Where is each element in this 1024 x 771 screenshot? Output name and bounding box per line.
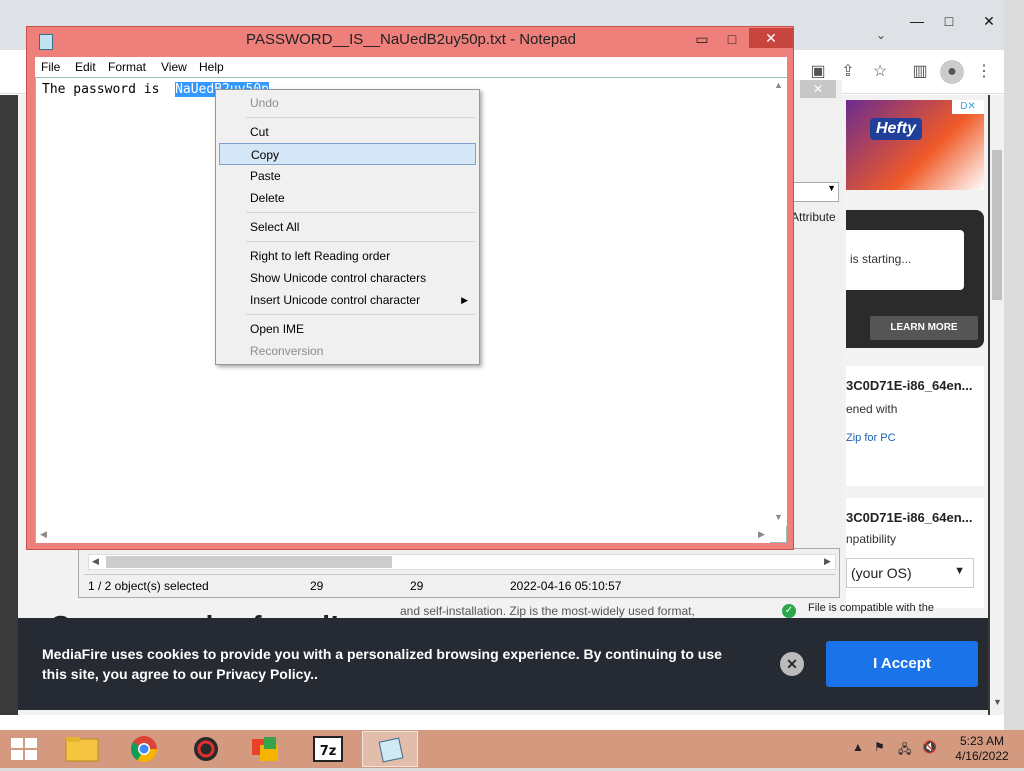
file-card: 3C0D71E-i86_64en... ened with Zip for PC (846, 366, 984, 486)
menu-item-open-ime[interactable]: Open IME (219, 318, 476, 340)
menu-item-copy[interactable]: Copy (219, 143, 476, 165)
menu-item-paste[interactable]: Paste (219, 165, 476, 187)
ad-choices-icon[interactable]: D✕ (952, 100, 984, 114)
side-panel-icon[interactable]: ▥ (908, 60, 932, 84)
zip-close-button[interactable]: ✕ (800, 80, 836, 98)
scroll-down-arrow-icon[interactable]: ▼ (774, 512, 783, 522)
cookie-close-button[interactable]: ✕ (780, 652, 804, 676)
submenu-arrow-icon: ▶ (461, 295, 468, 305)
profile-avatar-icon[interactable]: ● (940, 60, 964, 84)
menu-item-select-all[interactable]: Select All (219, 216, 476, 238)
zip-window-edge: Attribute ▼ (786, 80, 842, 550)
file-card-title: 3C0D71E-i86_64en... (846, 378, 973, 393)
scroll-left-arrow-icon[interactable]: ◀ (92, 556, 99, 567)
compatibility-text: File is compatible with the (808, 602, 934, 614)
zip-scrollbar-thumb[interactable] (106, 556, 392, 568)
menu-separator (246, 212, 475, 213)
scroll-left-arrow-icon[interactable]: ◀ (40, 529, 47, 540)
file-card-text: npatibility (846, 532, 897, 546)
windows-start-icon[interactable] (10, 737, 38, 761)
scroll-right-arrow-icon[interactable]: ▶ (824, 556, 831, 567)
clock-time: 5:23 AM (959, 734, 1005, 748)
menu-item-delete[interactable]: Delete (219, 187, 476, 209)
menu-separator (246, 117, 475, 118)
menu-item-show-unicode[interactable]: Show Unicode control characters (219, 267, 476, 289)
file-card: 3C0D71E-i86_64en... npatibility (846, 498, 984, 608)
accept-cookies-button[interactable]: I Accept (826, 641, 978, 687)
chrome-icon[interactable] (116, 731, 172, 767)
download-starting-text: is starting... (846, 230, 964, 290)
browser-restore-button[interactable]: □ (932, 8, 966, 34)
open-with-link[interactable]: Zip for PC (846, 432, 896, 444)
menu-separator (246, 314, 475, 315)
address-dropdown[interactable]: ▼ (791, 182, 839, 202)
ad-brand: Hefty (870, 118, 923, 140)
close-button[interactable]: ✕ (749, 28, 793, 48)
os-select-value: (your OS) (851, 565, 912, 581)
vertical-scrollbar[interactable]: ▲ ▼ (770, 78, 787, 526)
status-modified: 2022-04-16 05:10:57 (510, 579, 622, 593)
taskbar-clock[interactable]: 5:23 AM 4/16/2022 (950, 734, 1014, 764)
learn-more-button[interactable]: LEARN MORE (870, 316, 978, 340)
file-card-title: 3C0D71E-i86_64en... (846, 510, 973, 525)
horizontal-scrollbar[interactable]: ◀ ▶ (36, 526, 770, 543)
browser-minimize-button[interactable]: — (900, 8, 934, 34)
menu-item-rtl-reading-order[interactable]: Right to left Reading order (219, 245, 476, 267)
bookmark-star-icon[interactable]: ☆ (868, 60, 892, 84)
menu-item-reconversion[interactable]: Reconversion (219, 340, 476, 362)
menu-bar: File Edit Format View Help (35, 57, 787, 77)
menu-help[interactable]: Help (199, 60, 224, 74)
menu-view[interactable]: View (161, 60, 187, 74)
scroll-down-arrow-icon[interactable]: ▼ (993, 697, 1002, 707)
zip-status-bar: 1 / 2 object(s) selected 29 29 2022-04-1… (84, 574, 836, 596)
menu-separator (246, 241, 475, 242)
minimize-button[interactable]: ▭ (687, 29, 717, 49)
notepad-taskbar-icon[interactable] (362, 731, 418, 767)
scroll-up-arrow-icon[interactable]: ▲ (774, 80, 783, 90)
network-icon[interactable]: 🖧 (898, 740, 911, 761)
dropdown-arrow-icon: ▼ (954, 565, 965, 577)
scroll-right-arrow-icon[interactable]: ▶ (758, 529, 765, 540)
file-card-text: ened with (846, 402, 898, 416)
office-app-icon[interactable] (238, 731, 294, 767)
selection-status: 1 / 2 object(s) selected (88, 579, 209, 593)
cookie-text: MediaFire uses cookies to provide you wi… (42, 646, 722, 682)
menu-item-cut[interactable]: Cut (219, 121, 476, 143)
security-app-icon[interactable] (178, 731, 234, 767)
page-scrollbar-thumb[interactable] (992, 150, 1002, 300)
context-menu: Undo Cut Copy Paste Delete Select All Ri… (215, 89, 480, 365)
volume-muted-icon[interactable]: 🔇 (922, 740, 937, 754)
menu-file[interactable]: File (41, 60, 60, 74)
status-packed-size: 29 (410, 579, 424, 593)
attribute-column-header[interactable]: Attribute (791, 210, 836, 224)
text-content: The password is (42, 82, 176, 97)
window-title: PASSWORD__IS__NaUedB2uy50p.txt - Notepad (246, 31, 576, 48)
clock-date: 4/16/2022 (955, 749, 1009, 763)
menu-item-insert-unicode[interactable]: Insert Unicode control character ▶ (219, 289, 476, 311)
browser-close-button[interactable]: ✕ (972, 8, 1006, 34)
action-center-flag-icon[interactable]: ⚑ (874, 740, 885, 754)
7zip-icon[interactable]: 7z (300, 731, 356, 767)
browser-menu-icon[interactable]: ⋮ (972, 60, 996, 84)
tab-list-chevron-icon[interactable]: ⌄ (876, 28, 886, 42)
7zip-label: 7z (320, 744, 337, 759)
description-text: and self-installation. Zip is the most-w… (400, 604, 695, 618)
status-size: 29 (310, 579, 324, 593)
check-icon: ✓ (782, 604, 796, 618)
menu-format[interactable]: Format (108, 60, 146, 74)
menu-edit[interactable]: Edit (75, 60, 96, 74)
show-hidden-icons-icon[interactable]: ▲ (852, 740, 864, 754)
menu-item-label: Insert Unicode control character (250, 293, 421, 307)
file-explorer-icon[interactable] (54, 731, 110, 767)
maximize-button[interactable]: □ (717, 29, 747, 49)
menu-item-undo[interactable]: Undo (219, 92, 476, 114)
os-select[interactable]: (your OS) ▼ (846, 558, 974, 588)
